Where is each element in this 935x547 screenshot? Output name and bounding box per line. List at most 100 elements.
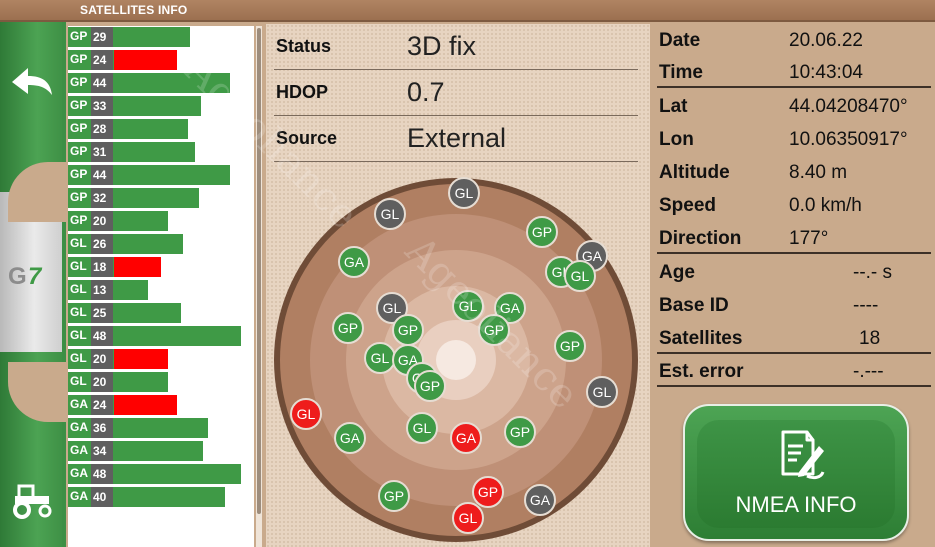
nmea-document-icon <box>777 428 827 482</box>
satellite-system: GL <box>70 282 87 296</box>
est-error-value: -.--- <box>853 361 884 382</box>
base-id-row: Base ID ---- <box>657 289 931 321</box>
satellite-system: GL <box>70 328 87 342</box>
satellite-system: GA <box>70 489 88 503</box>
nmea-info-button[interactable]: NMEA INFO <box>683 404 909 541</box>
satellite-system: GL <box>70 351 87 365</box>
date-label: Date <box>659 30 701 51</box>
satellite-system: GP <box>70 52 88 66</box>
altitude-label: Altitude <box>659 162 730 183</box>
satellite-list-scrollbar[interactable] <box>256 26 262 547</box>
satellite-id: 24 <box>91 395 113 415</box>
satellite-system: GA <box>70 443 88 457</box>
satellite-system: GP <box>70 75 88 89</box>
satellite-id: 44 <box>91 165 113 185</box>
nmea-info-button-face[interactable]: NMEA INFO <box>697 420 895 528</box>
satellite-row: GP 32 <box>68 187 254 208</box>
sky-satellite-marker: GP <box>526 216 558 248</box>
sky-satellite-marker: GA <box>334 422 366 454</box>
altitude-value: 8.40 m <box>789 162 848 183</box>
nmea-info-label: NMEA INFO <box>735 492 857 517</box>
satellite-row: GL 26 <box>68 233 254 254</box>
satellite-system: GP <box>70 144 88 158</box>
satellite-row: GL 48 <box>68 325 254 346</box>
satellite-id: 31 <box>91 142 113 162</box>
lat-value: 44.04208470° <box>789 96 908 117</box>
age-label: Age <box>659 262 695 283</box>
satellites-info-screen: { "title": "SATELLITES INFO", "watermark… <box>0 0 935 547</box>
lon-row: Lon 10.06350917° <box>657 123 931 155</box>
satellite-system: GL <box>70 374 87 388</box>
source-label: Source <box>276 128 338 148</box>
satellite-id: 20 <box>91 211 113 231</box>
title-bar: SATELLITES INFO <box>0 0 935 22</box>
sky-satellite-marker: GP <box>472 476 504 508</box>
status-row: Status 3D fix <box>274 24 638 70</box>
status-panel: Status 3D fix HDOP 0.7 Source External G… <box>266 24 650 547</box>
satellite-id: 28 <box>91 119 113 139</box>
satellite-row: GA 34 <box>68 440 254 461</box>
status-label: Status <box>276 36 332 56</box>
page-title: SATELLITES INFO <box>80 3 188 17</box>
satellite-row: GP 33 <box>68 95 254 116</box>
satellite-row: GP 24 <box>68 49 254 70</box>
satellite-system: GL <box>70 259 87 273</box>
g7-logo-g-glyph: G <box>8 263 27 290</box>
satellite-system: GP <box>70 190 88 204</box>
speed-label: Speed <box>659 195 717 216</box>
tractor-icon[interactable] <box>6 478 60 522</box>
left-rail: G 7 <box>0 22 78 547</box>
satellite-id: 36 <box>91 418 113 438</box>
source-row: Source External <box>274 116 638 162</box>
hdop-value: 0.7 <box>407 77 445 107</box>
satellite-signal-list[interactable]: GP 29 GP 24 GP 44 GP 33 GP 28 GP 31 GP 44 GP 32 GP 20 GL 26… <box>68 26 254 547</box>
satellite-row: GP 44 <box>68 164 254 185</box>
satellite-id: 48 <box>91 464 113 484</box>
satellite-id: 44 <box>91 73 113 93</box>
satellite-row: GA 36 <box>68 417 254 438</box>
est-error-label: Est. error <box>659 361 744 382</box>
satellite-system: GA <box>70 420 88 434</box>
signal-bar <box>68 441 203 461</box>
time-value: 10:43:04 <box>789 62 863 83</box>
scrollbar-thumb[interactable] <box>257 28 261 514</box>
sky-satellite-marker: GP <box>378 480 410 512</box>
satellite-id: 20 <box>91 349 113 369</box>
date-row: Date 20.06.22 <box>657 24 931 56</box>
sky-satellite-marker: GA <box>338 246 370 278</box>
age-value: --.- s <box>853 262 893 283</box>
sky-satellite-marker: GL <box>374 198 406 230</box>
direction-value: 177° <box>789 228 829 249</box>
g7-logo-7-glyph: 7 <box>28 263 43 290</box>
sky-satellite-marker: GL <box>452 502 484 534</box>
sky-satellite-marker: GL <box>564 260 596 292</box>
sky-satellite-marker: GP <box>332 312 364 344</box>
signal-bar <box>68 418 208 438</box>
sky-satellite-marker: GP <box>478 314 510 346</box>
time-row: Time 10:43:04 <box>657 56 931 88</box>
sky-satellite-marker: GP <box>504 416 536 448</box>
g7-logo: G 7 <box>4 258 60 292</box>
lon-label: Lon <box>659 129 694 150</box>
satellite-id: 24 <box>91 50 113 70</box>
sky-satellite-marker: GA <box>450 422 482 454</box>
date-value: 20.06.22 <box>789 30 863 51</box>
sky-plot: GLGLGPGAGLGLGAGLGLGAGPGPGPGLGAGPGAGPGLGL… <box>270 176 650 547</box>
satellite-system: GP <box>70 213 88 227</box>
satellite-row: GL 25 <box>68 302 254 323</box>
satellite-row: GL 20 <box>68 371 254 392</box>
satellite-row: GA 40 <box>68 486 254 507</box>
satellite-id: 29 <box>91 27 113 47</box>
satellite-id: 33 <box>91 96 113 116</box>
satellite-system: GP <box>70 29 88 43</box>
satellite-row: GP 31 <box>68 141 254 162</box>
satellite-row: GL 18 <box>68 256 254 277</box>
satellite-row: GP 20 <box>68 210 254 231</box>
sky-center <box>436 340 476 380</box>
base-id-value: ---- <box>853 295 879 316</box>
source-value: External <box>407 123 507 153</box>
sky-satellite-marker: GP <box>414 370 446 402</box>
back-arrow-icon[interactable] <box>6 62 58 102</box>
speed-row: Speed 0.0 km/h <box>657 189 931 221</box>
age-row: Age --.- s <box>657 256 931 288</box>
